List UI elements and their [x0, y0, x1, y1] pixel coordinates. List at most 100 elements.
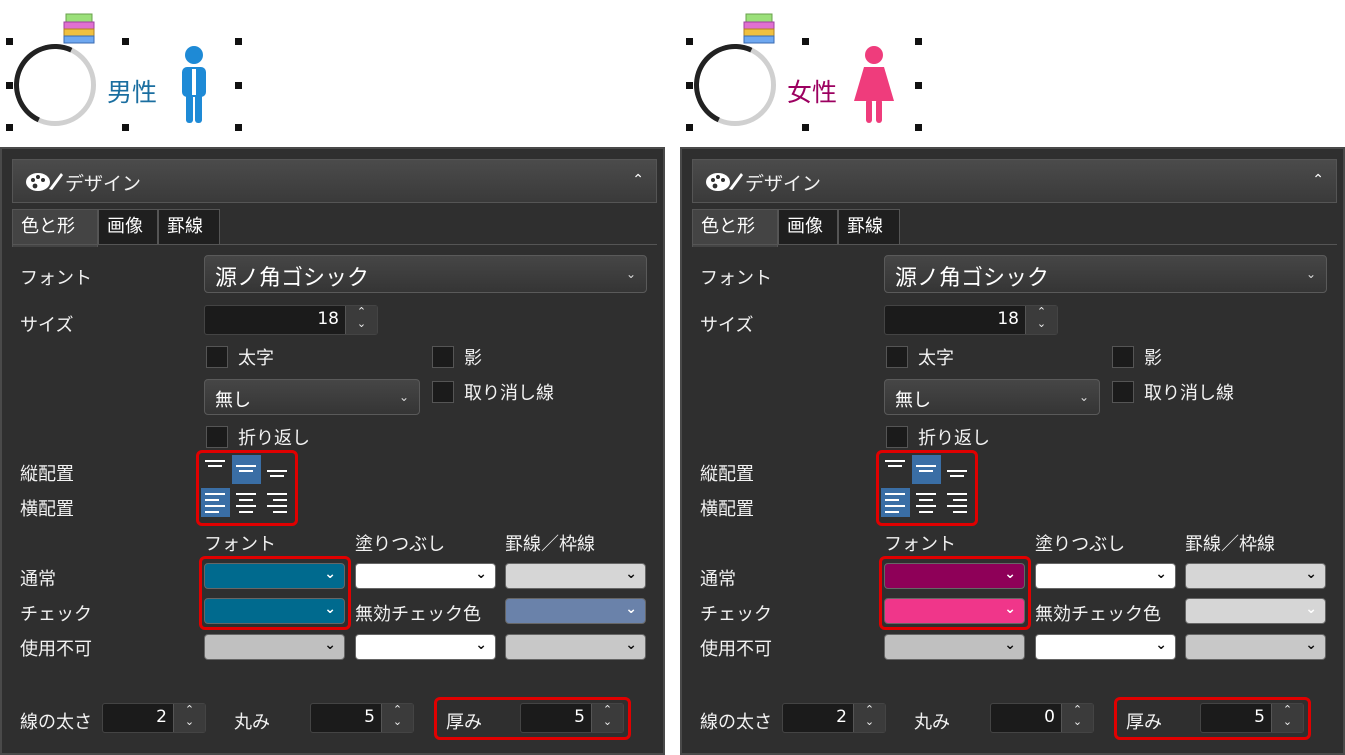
disabled-check-label: 無効チェック色: [355, 604, 481, 625]
selection-handle[interactable]: [122, 124, 129, 131]
selection-handle[interactable]: [235, 38, 242, 45]
design-panel: デザイン ⌃ 色と形 画像 罫線 フォント 源ノ角ゴシック ⌄ サイズ 18 ⌃ ⌄ …: [0, 147, 665, 755]
design-panel: デザイン ⌃ 色と形 画像 罫線 フォント 源ノ角ゴシック ⌄ サイズ 18 ⌃ ⌄ …: [680, 147, 1345, 755]
disabled-fill-color-select[interactable]: ⌄: [1035, 634, 1176, 660]
round-label: 丸み: [234, 712, 270, 733]
wrap-label: 折り返し: [918, 428, 990, 449]
selection-handle[interactable]: [915, 38, 922, 45]
font-value: 源ノ角ゴシック: [895, 266, 1050, 291]
layers-icon: [62, 12, 96, 54]
normal-fill-color-select[interactable]: ⌄: [355, 563, 496, 589]
selection-handle[interactable]: [686, 82, 693, 89]
chevron-down-icon: ⌄: [1078, 390, 1089, 404]
chevron-up-icon[interactable]: ⌃: [632, 172, 644, 188]
check-border-color-select[interactable]: ⌄: [1185, 598, 1326, 624]
font-select[interactable]: 源ノ角ゴシック ⌄: [884, 255, 1327, 293]
size-stepper[interactable]: 18 ⌃ ⌄: [884, 305, 1058, 335]
shadow-label: 影: [1144, 348, 1162, 369]
button-preview[interactable]: 男性: [0, 0, 260, 145]
wrap-checkbox[interactable]: [886, 426, 908, 448]
size-label: サイズ: [700, 315, 754, 336]
size-value: 18: [997, 309, 1019, 329]
tab-border[interactable]: 罫線: [838, 209, 900, 245]
bold-checkbox[interactable]: [886, 346, 908, 368]
valign-label: 縦配置: [700, 464, 754, 485]
size-stepper[interactable]: 18 ⌃ ⌄: [204, 305, 378, 335]
wrap-checkbox[interactable]: [206, 426, 228, 448]
selection-handle[interactable]: [6, 124, 13, 131]
chevron-down-icon: ⌄: [1305, 601, 1317, 617]
stepper-arrows-icon[interactable]: ⌃ ⌄: [173, 704, 205, 732]
tab-image[interactable]: 画像: [98, 209, 158, 245]
panel-header[interactable]: デザイン ⌃: [692, 159, 1337, 203]
row-normal-label: 通常: [700, 569, 736, 590]
disabled-border-color-select[interactable]: ⌄: [1185, 634, 1326, 660]
round-stepper[interactable]: 5 ⌃ ⌄: [310, 703, 414, 733]
decoration-select[interactable]: 無し ⌄: [884, 379, 1100, 415]
col-font-header: フォント: [204, 534, 276, 555]
check-border-color-select[interactable]: ⌄: [505, 598, 646, 624]
bold-label: 太字: [918, 348, 954, 369]
round-label: 丸み: [914, 712, 950, 733]
round-value: 5: [364, 707, 375, 727]
disabled-border-color-select[interactable]: ⌄: [505, 634, 646, 660]
line-width-stepper[interactable]: 2 ⌃ ⌄: [102, 703, 206, 733]
selection-handle[interactable]: [915, 124, 922, 131]
chevron-down-icon: ⌄: [475, 566, 487, 582]
chevron-down-icon: ⌄: [1305, 637, 1317, 653]
line-width-stepper[interactable]: 2 ⌃ ⌄: [782, 703, 886, 733]
panel-header[interactable]: デザイン ⌃: [12, 159, 657, 203]
preview-label: 女性: [787, 78, 838, 107]
stepper-arrows-icon[interactable]: ⌃ ⌄: [345, 306, 377, 334]
normal-border-color-select[interactable]: ⌄: [1185, 563, 1326, 589]
bold-checkbox[interactable]: [206, 346, 228, 368]
selection-handle[interactable]: [6, 82, 13, 89]
tab-image[interactable]: 画像: [778, 209, 838, 245]
selection-handle[interactable]: [915, 82, 922, 89]
chevron-down-icon: ⌄: [1155, 566, 1167, 582]
round-stepper[interactable]: 0 ⌃ ⌄: [990, 703, 1094, 733]
selection-handle[interactable]: [235, 82, 242, 89]
chevron-down-icon: ⌄: [1305, 267, 1316, 281]
chevron-down-icon: ⌄: [1155, 637, 1167, 653]
selection-handle[interactable]: [686, 38, 693, 45]
highlight-box: [434, 697, 631, 740]
stepper-arrows-icon[interactable]: ⌃ ⌄: [1025, 306, 1057, 334]
selection-handle[interactable]: [122, 38, 129, 45]
button-preview[interactable]: 女性: [680, 0, 940, 145]
font-label: フォント: [700, 268, 772, 289]
selection-handle[interactable]: [6, 38, 13, 45]
disabled-fill-color-select[interactable]: ⌄: [355, 634, 496, 660]
selection-handle[interactable]: [802, 38, 809, 45]
tab-color-shape[interactable]: 色と形: [12, 209, 98, 247]
disabled-font-color-select[interactable]: ⌄: [884, 634, 1025, 660]
font-select[interactable]: 源ノ角ゴシック ⌄: [204, 255, 647, 293]
stepper-arrows-icon[interactable]: ⌃ ⌄: [381, 704, 413, 732]
strikethrough-checkbox[interactable]: [1112, 381, 1134, 403]
row-check-label: チェック: [700, 604, 772, 625]
decoration-select[interactable]: 無し ⌄: [204, 379, 420, 415]
halign-label: 横配置: [20, 499, 74, 520]
shadow-checkbox[interactable]: [432, 346, 454, 368]
round-value: 0: [1044, 707, 1055, 727]
strikethrough-checkbox[interactable]: [432, 381, 454, 403]
tab-border[interactable]: 罫線: [158, 209, 220, 245]
chevron-up-icon[interactable]: ⌃: [1312, 172, 1324, 188]
line-width-label: 線の太さ: [700, 712, 772, 733]
stepper-arrows-icon[interactable]: ⌃ ⌄: [1061, 704, 1093, 732]
tab-color-shape[interactable]: 色と形: [692, 209, 778, 247]
chevron-down-icon: ⌄: [475, 637, 487, 653]
shadow-checkbox[interactable]: [1112, 346, 1134, 368]
selection-handle[interactable]: [802, 124, 809, 131]
halign-label: 横配置: [700, 499, 754, 520]
selection-handle[interactable]: [686, 124, 693, 131]
normal-border-color-select[interactable]: ⌄: [505, 563, 646, 589]
normal-fill-color-select[interactable]: ⌄: [1035, 563, 1176, 589]
highlight-box: [876, 450, 978, 526]
stepper-arrows-icon[interactable]: ⌃ ⌄: [853, 704, 885, 732]
layers-icon: [742, 12, 776, 54]
selection-handle[interactable]: [235, 124, 242, 131]
disabled-font-color-select[interactable]: ⌄: [204, 634, 345, 660]
font-value: 源ノ角ゴシック: [215, 266, 370, 291]
line-width-value: 2: [836, 707, 847, 727]
